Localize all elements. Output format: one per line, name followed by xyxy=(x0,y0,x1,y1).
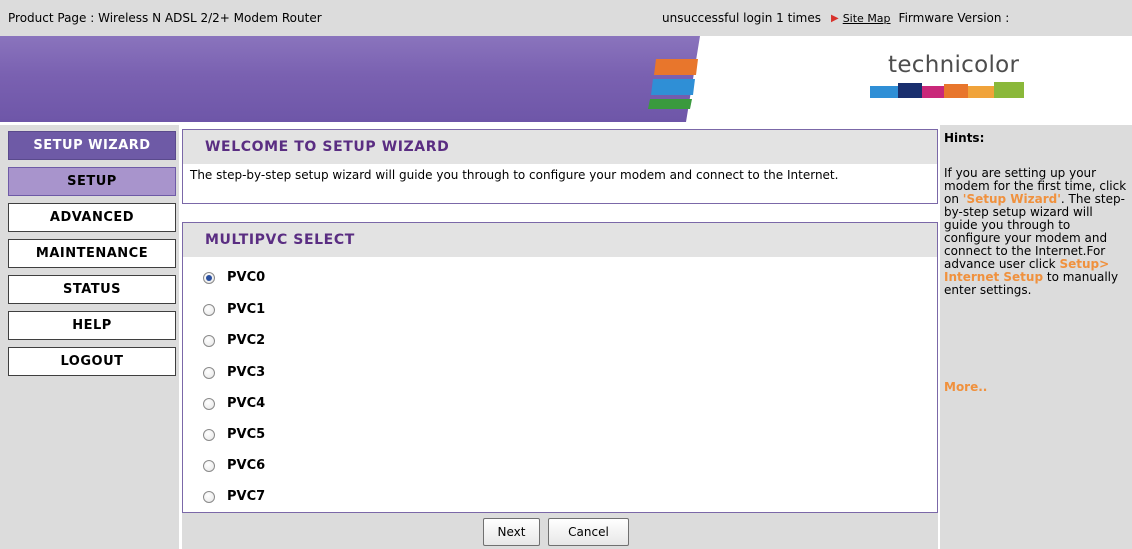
login-status: unsuccessful login 1 times xyxy=(662,11,821,25)
technicolor-logo: technicolor xyxy=(888,52,1020,78)
radio-option-pvc0[interactable]: PVC0 xyxy=(203,270,265,285)
multipvc-panel: MULTIPVC SELECT PVC0 PVC1 PVC2 PVC3 PVC4… xyxy=(182,222,938,513)
welcome-text: The step-by-step setup wizard will guide… xyxy=(190,168,839,182)
banner-graphic xyxy=(0,36,700,122)
radio-option-pvc3[interactable]: PVC3 xyxy=(203,365,265,380)
nav-advanced[interactable]: ADVANCED xyxy=(8,203,176,232)
radio-button[interactable] xyxy=(203,366,215,379)
radio-button[interactable] xyxy=(203,428,215,441)
radio-button-checked[interactable] xyxy=(203,271,215,284)
banner-stripe-orange xyxy=(654,59,698,75)
nav-status[interactable]: STATUS xyxy=(8,275,176,304)
nav-setup[interactable]: SETUP xyxy=(8,167,176,196)
button-bar: Next Cancel xyxy=(182,513,938,549)
nav-help[interactable]: HELP xyxy=(8,311,176,340)
hints-panel: Hints: If you are setting up your modem … xyxy=(940,125,1132,549)
radio-label: PVC2 xyxy=(227,333,266,348)
left-navigation: SETUP WIZARD SETUP ADVANCED MAINTENANCE … xyxy=(0,125,179,549)
welcome-panel: WELCOME TO SETUP WIZARD The step-by-step… xyxy=(182,129,938,204)
more-link[interactable]: More.. xyxy=(944,380,987,394)
banner-stripe-blue xyxy=(651,79,695,95)
radio-label: PVC3 xyxy=(227,365,266,380)
radio-label: PVC4 xyxy=(227,396,266,411)
product-page-label: Product Page : Wireless N ADSL 2/2+ Mode… xyxy=(8,11,322,25)
radio-label: PVC1 xyxy=(227,302,266,317)
setup-wizard-hint-link[interactable]: 'Setup Wizard' xyxy=(963,192,1061,206)
radio-label: PVC6 xyxy=(227,458,266,473)
firmware-version-label: Firmware Version : xyxy=(898,11,1010,25)
site-map-link[interactable]: Site Map xyxy=(843,12,891,25)
top-right-info: unsuccessful login 1 times ▶ Site Map Fi… xyxy=(662,11,1009,25)
radio-button[interactable] xyxy=(203,459,215,472)
radio-button[interactable] xyxy=(203,303,215,316)
radio-button[interactable] xyxy=(203,397,215,410)
next-button[interactable]: Next xyxy=(483,518,540,546)
nav-maintenance[interactable]: MAINTENANCE xyxy=(8,239,176,268)
radio-option-pvc4[interactable]: PVC4 xyxy=(203,396,265,411)
radio-option-pvc6[interactable]: PVC6 xyxy=(203,458,265,473)
radio-label: PVC0 xyxy=(227,270,266,285)
radio-option-pvc5[interactable]: PVC5 xyxy=(203,427,265,442)
top-info-bar: Product Page : Wireless N ADSL 2/2+ Mode… xyxy=(0,0,1132,36)
radio-option-pvc7[interactable]: PVC7 xyxy=(203,489,265,504)
technicolor-logo-blocks xyxy=(870,82,1030,102)
hints-title: Hints: xyxy=(944,131,985,145)
cancel-button[interactable]: Cancel xyxy=(548,518,629,546)
radio-label: PVC7 xyxy=(227,489,266,504)
radio-option-pvc2[interactable]: PVC2 xyxy=(203,333,265,348)
welcome-title: WELCOME TO SETUP WIZARD xyxy=(183,130,937,164)
radio-button[interactable] xyxy=(203,490,215,503)
radio-label: PVC5 xyxy=(227,427,266,442)
banner-stripe-green xyxy=(648,99,692,109)
arrow-right-icon: ▶ xyxy=(831,12,839,24)
radio-button[interactable] xyxy=(203,334,215,347)
hints-text: If you are setting up your modem for the… xyxy=(944,167,1130,297)
nav-logout[interactable]: LOGOUT xyxy=(8,347,176,376)
header-banner: technicolor xyxy=(0,36,1132,122)
radio-option-pvc1[interactable]: PVC1 xyxy=(203,302,265,317)
nav-setup-wizard[interactable]: SETUP WIZARD xyxy=(8,131,176,160)
multipvc-title: MULTIPVC SELECT xyxy=(183,223,937,257)
